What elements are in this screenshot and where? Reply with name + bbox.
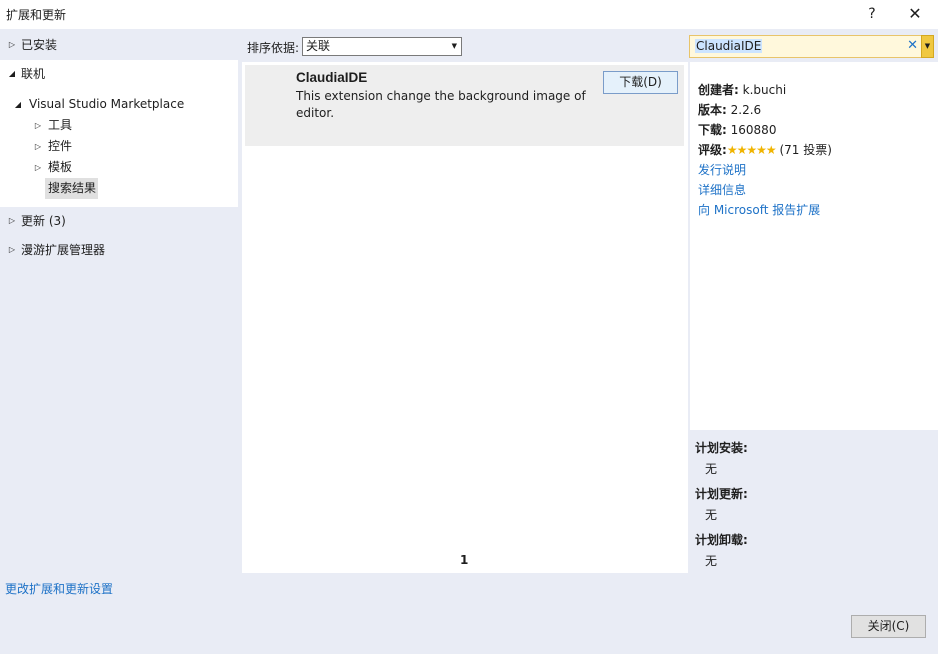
tree-item-templates[interactable]: ▷ 模板: [0, 157, 238, 178]
detail-author: 创建者: k.buchi: [698, 83, 787, 97]
sort-dropdown[interactable]: 关联 ▼: [302, 37, 462, 56]
window-title: 扩展和更新: [6, 8, 67, 22]
expanded-down-icon: ◢: [8, 69, 16, 78]
extension-description: This extension change the background ima…: [296, 89, 586, 120]
tree-item-marketplace[interactable]: ◢ Visual Studio Marketplace: [0, 94, 238, 115]
close-button[interactable]: 关闭(C): [851, 615, 926, 638]
sidebar-item-installed[interactable]: ▷ 已安装: [0, 31, 238, 59]
page-number[interactable]: 1: [460, 553, 468, 567]
close-icon[interactable]: ✕: [904, 3, 926, 25]
sidebar-item-online[interactable]: ◢ 联机: [0, 60, 238, 88]
footer: 更改扩展和更新设置 关闭(C): [0, 573, 938, 654]
report-extension-link[interactable]: 向 Microsoft 报告扩展: [698, 201, 820, 218]
search-dropdown-button[interactable]: ▼: [921, 35, 934, 58]
extension-name: ClaudiaIDE: [296, 70, 368, 85]
tree-item-search-results[interactable]: 搜索结果: [45, 178, 98, 199]
tree-item-tools[interactable]: ▷ 工具: [0, 115, 238, 136]
expand-right-icon: ▷: [34, 163, 42, 172]
scheduled-actions-panel: 计划安装: 无 计划更新: 无 计划卸载: 无: [688, 430, 938, 573]
plan-uninstall-value: 无: [705, 554, 718, 568]
download-button[interactable]: 下载(D): [603, 71, 678, 94]
expanded-down-icon: ◢: [14, 100, 22, 109]
plan-uninstall-label: 计划卸载:: [695, 533, 748, 547]
sort-bar: 排序依据: 关联 ▼: [242, 29, 688, 62]
results-list: ClaudiaIDE This extension change the bac…: [242, 62, 688, 573]
sort-value: 关联: [306, 39, 331, 53]
expand-right-icon: ▷: [8, 40, 16, 49]
expand-right-icon: ▷: [8, 216, 16, 225]
tree-item-controls[interactable]: ▷ 控件: [0, 136, 238, 157]
plan-update-label: 计划更新:: [695, 487, 748, 501]
online-subtree: ◢ Visual Studio Marketplace ▷ 工具 ▷ 控件 ▷ …: [0, 88, 238, 207]
sidebar-item-updates[interactable]: ▷ 更新 (3): [0, 207, 238, 235]
detail-rating: 评级:★★★★★ (71 投票): [698, 143, 832, 157]
detail-version: 版本: 2.2.6: [698, 103, 762, 117]
sidebar-item-roaming[interactable]: ▷ 漫游扩展管理器: [0, 236, 238, 264]
search-input[interactable]: ClaudiaIDE ✕: [689, 35, 923, 58]
details-panel: 创建者: k.buchi 版本: 2.2.6 下载: 160880 评级:★★★…: [688, 62, 938, 430]
sort-label: 排序依据:: [247, 41, 300, 55]
plan-update-value: 无: [705, 508, 718, 522]
plan-install-value: 无: [705, 462, 718, 476]
plan-install-label: 计划安装:: [695, 441, 748, 455]
clear-search-icon[interactable]: ✕: [907, 38, 918, 53]
more-info-link[interactable]: 详细信息: [698, 181, 746, 198]
rating-stars-icon: ★★★★★: [726, 143, 777, 157]
expand-right-icon: ▷: [8, 245, 16, 254]
detail-downloads: 下载: 160880: [698, 123, 777, 137]
title-bar: 扩展和更新 ? ✕: [0, 0, 938, 29]
chevron-down-icon: ▼: [451, 42, 457, 50]
release-notes-link[interactable]: 发行说明: [698, 161, 746, 178]
search-query: ClaudiaIDE: [695, 39, 763, 53]
help-button[interactable]: ?: [862, 3, 882, 25]
expand-right-icon: ▷: [34, 121, 42, 130]
expand-right-icon: ▷: [34, 142, 42, 151]
settings-link[interactable]: 更改扩展和更新设置: [5, 580, 113, 597]
chevron-down-icon: ▼: [924, 42, 931, 50]
sidebar: ▷ 已安装 ◢ 联机 ◢ Visual Studio Marketplace ▷…: [0, 29, 242, 573]
list-item[interactable]: ClaudiaIDE This extension change the bac…: [245, 65, 684, 146]
